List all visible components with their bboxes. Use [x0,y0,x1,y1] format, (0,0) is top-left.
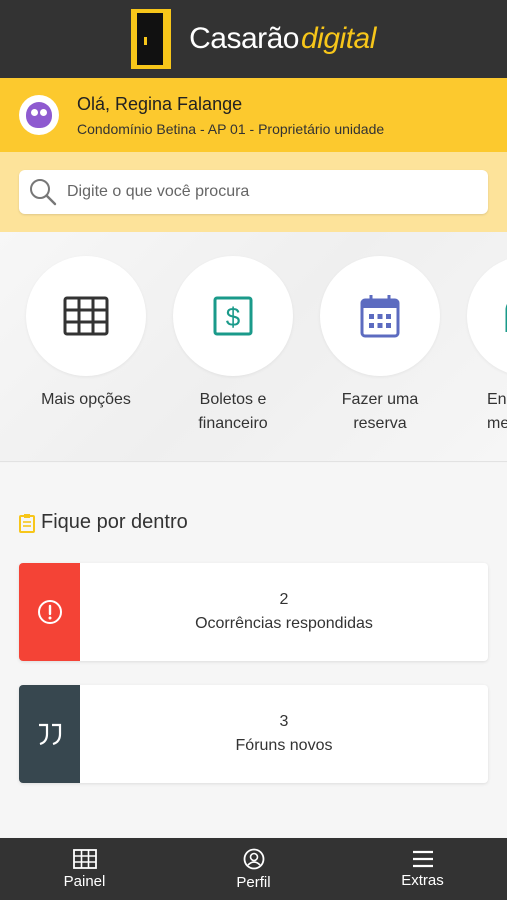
user-unit-info: Condomínio Betina - AP 01 - Proprietário… [77,120,385,137]
svg-text:$: $ [226,302,241,332]
card-count: 3 [279,713,289,730]
search-box[interactable] [19,170,488,214]
shortcut-label: Fazer uma [341,391,419,408]
user-circle-icon [243,848,264,869]
tab-perfil[interactable]: Perfil [169,838,338,900]
user-greeting: Olá, Regina Falange [77,93,243,114]
shortcut-label: reserva [353,415,407,432]
quote-icon [38,723,61,746]
shortcut-more-options[interactable]: Mais opções [24,256,148,412]
search-icon [30,179,57,206]
user-bar: Olá, Regina Falange Condomínio Betina - … [0,78,507,152]
card-side [19,563,80,661]
shortcut-label: Mais opções [41,391,131,408]
section-title-text: Fique por dentro [41,511,188,533]
news-section: Fique por dentro 2 Ocorrências respondid… [0,463,507,837]
tab-painel[interactable]: Painel [0,838,169,900]
alert-icon [37,600,62,624]
card-occurrences[interactable]: 2 Ocorrências respondidas [19,563,488,661]
card-text: Fóruns novos [235,737,333,754]
shortcut-label: En [487,391,507,408]
clipboard-icon [19,513,35,533]
menu-icon [412,850,433,867]
shortcut-label: me [487,415,507,432]
search-input[interactable] [67,183,447,201]
dollar-document-icon: $ [213,296,253,336]
brand-accent: digital [301,22,376,55]
partial-icon [505,304,507,332]
tab-label: Painel [63,872,106,890]
card-side [19,685,80,783]
shortcut-reservation[interactable]: Fazer uma reserva [318,256,442,436]
app-logo-text: Casarãodigital [189,22,376,56]
search-area [0,152,507,232]
grid-icon [63,296,109,336]
shortcut-billing[interactable]: $ Boletos e financeiro [171,256,295,436]
card-text: Ocorrências respondidas [195,615,373,632]
calendar-icon [360,295,400,338]
grid-icon [72,848,97,869]
tab-label: Perfil [236,873,271,891]
bottom-navigation: Painel Perfil Extras [0,838,507,900]
card-count: 2 [279,591,289,608]
shortcuts-carousel[interactable]: Mais opções $ Boletos e financeiro Fazer… [0,232,507,462]
tab-label: Extras [401,871,444,889]
door-logo-icon [131,9,172,69]
card-forums[interactable]: 3 Fóruns novos [19,685,488,783]
brand-main: Casarão [189,22,299,55]
avatar[interactable] [19,95,59,135]
shortcut-label: Boletos e [199,391,267,408]
shortcut-label: financeiro [198,415,268,432]
shortcut-partial[interactable]: En me [465,256,507,436]
section-title: Fique por dentro [19,511,188,534]
tab-extras[interactable]: Extras [338,838,507,900]
app-header: Casarãodigital [0,0,507,78]
